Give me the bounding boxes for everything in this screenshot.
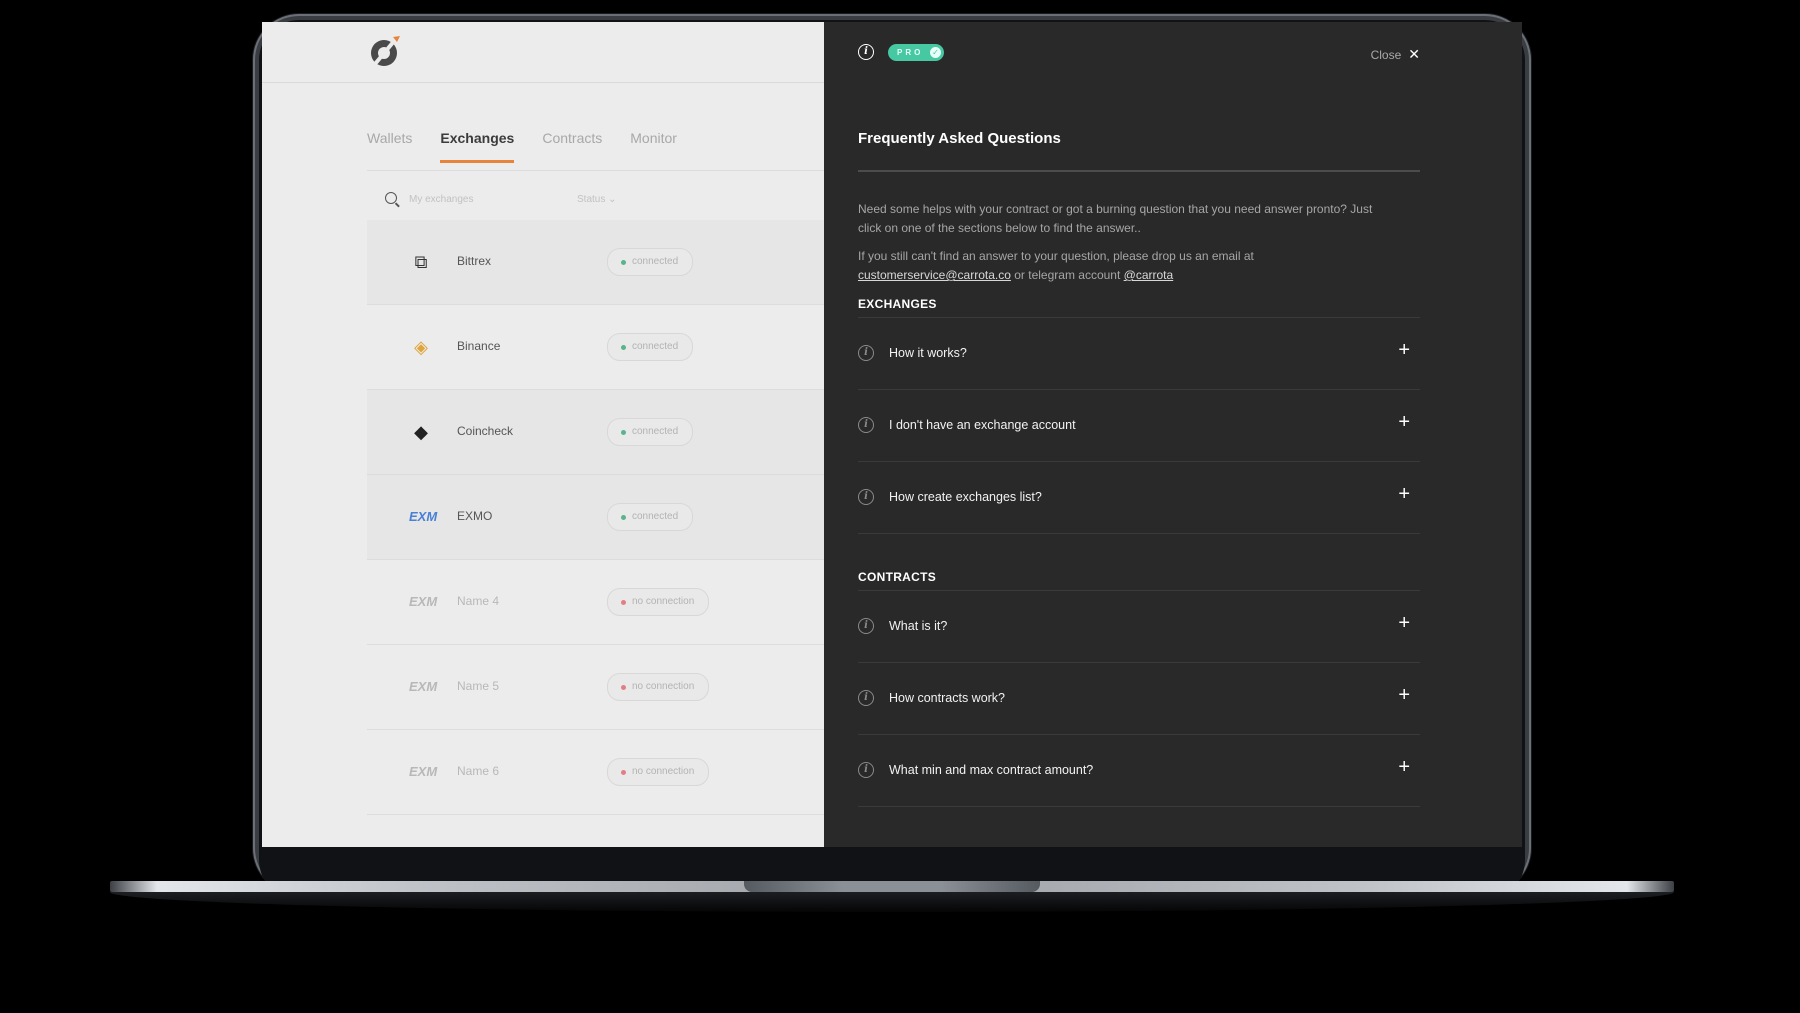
tab-monitor[interactable]: Monitor xyxy=(630,130,677,163)
faq-question: What is it? xyxy=(889,619,948,633)
faq-question: I don't have an exchange account xyxy=(889,418,1076,432)
faq-item[interactable]: i What is it? + xyxy=(858,591,1420,663)
exchanges-app: Wallets Exchanges Contracts Monitor My e… xyxy=(262,22,824,847)
close-icon: ✕ xyxy=(1408,46,1420,62)
exchange-filter-bar: My exchanges Status ⌄ xyxy=(367,190,827,210)
faq-question: How contracts work? xyxy=(889,691,1006,705)
exchange-name: Binance xyxy=(457,339,501,353)
list-item[interactable]: EXM Name 4 no connection xyxy=(367,560,824,645)
tabs-divider xyxy=(367,170,824,171)
info-icon: i xyxy=(858,762,874,778)
exmo-icon: EXM xyxy=(409,509,438,524)
status-badge: connected xyxy=(607,503,694,531)
info-icon: i xyxy=(858,345,874,361)
tab-exchanges[interactable]: Exchanges xyxy=(440,130,515,163)
search-icon[interactable] xyxy=(385,192,397,204)
expand-plus-icon[interactable]: + xyxy=(1398,684,1410,707)
app-topbar xyxy=(262,22,824,83)
close-button[interactable]: Close ✕ xyxy=(1371,46,1420,63)
faq-item[interactable]: i What min and max contract amount? + xyxy=(858,735,1420,807)
expand-plus-icon[interactable]: + xyxy=(1398,612,1410,635)
status-badge: connected xyxy=(607,248,694,276)
carrota-logo-icon[interactable] xyxy=(367,34,403,70)
bittrex-icon: ⧉ xyxy=(414,252,428,272)
list-item[interactable]: ◆ Coincheck connected xyxy=(367,390,824,475)
status-filter-label: Status xyxy=(577,194,606,205)
coincheck-icon: ◆ xyxy=(414,422,428,442)
list-item[interactable]: ⧉ Bittrex connected xyxy=(367,220,824,305)
laptop-base-shadow xyxy=(110,892,1674,912)
intro-text: Need some helps with your contract or go… xyxy=(858,202,1373,235)
exchange-name: Name 4 xyxy=(457,594,500,608)
close-label: Close xyxy=(1370,47,1402,62)
faq-item[interactable]: i How contracts work? + xyxy=(858,663,1420,735)
laptop-hinge xyxy=(744,881,1040,892)
chevron-down-icon: ⌄ xyxy=(608,194,617,205)
status-badge: connected xyxy=(607,418,694,446)
exchange-name: EXMO xyxy=(457,509,493,523)
exchange-name: Bittrex xyxy=(457,254,492,268)
faq-panel: i PRO ✓ Close ✕ Frequently Asked Question… xyxy=(824,22,1522,847)
faq-intro: Need some helps with your contract or go… xyxy=(858,200,1378,294)
pro-badge-label: PRO xyxy=(897,48,924,57)
title-divider xyxy=(858,170,1420,172)
exmo-icon: EXM xyxy=(409,764,438,779)
tab-wallets[interactable]: Wallets xyxy=(367,130,412,163)
tab-contracts[interactable]: Contracts xyxy=(542,130,602,163)
expand-plus-icon[interactable]: + xyxy=(1398,483,1410,506)
exmo-icon: EXM xyxy=(409,679,438,694)
section-title-contracts: CONTRACTS xyxy=(858,570,937,584)
exchange-name: Coincheck xyxy=(457,424,514,438)
info-icon: i xyxy=(858,489,874,505)
status-badge: no connection xyxy=(607,588,710,616)
exchange-list: ⧉ Bittrex connected ◈ Binance connected … xyxy=(367,220,824,815)
screen: Wallets Exchanges Contracts Monitor My e… xyxy=(262,22,1522,847)
expand-plus-icon[interactable]: + xyxy=(1398,339,1410,362)
email-link[interactable]: customerservice@carrota.co xyxy=(858,268,1011,282)
status-filter-dropdown[interactable]: Status ⌄ xyxy=(577,194,617,205)
faq-item[interactable]: i How create exchanges list? + xyxy=(858,462,1420,534)
status-badge: no connection xyxy=(607,673,710,701)
pro-badge: PRO ✓ xyxy=(888,44,944,61)
expand-plus-icon[interactable]: + xyxy=(1398,411,1410,434)
telegram-link[interactable]: @carrota xyxy=(1124,268,1174,282)
faq-question: How it works? xyxy=(889,346,967,360)
check-icon: ✓ xyxy=(930,47,941,58)
search-input[interactable]: My exchanges xyxy=(409,194,473,205)
contact-text: If you still can't find an answer to you… xyxy=(858,247,1378,285)
list-item[interactable]: ◈ Binance connected xyxy=(367,305,824,390)
list-item[interactable]: EXM Name 6 no connection xyxy=(367,730,824,815)
info-icon: i xyxy=(858,618,874,634)
status-badge: connected xyxy=(607,333,694,361)
faq-question: How create exchanges list? xyxy=(889,490,1042,504)
info-icon: i xyxy=(858,690,874,706)
page-title: Frequently Asked Questions xyxy=(858,130,1061,147)
expand-plus-icon[interactable]: + xyxy=(1398,756,1410,779)
binance-icon: ◈ xyxy=(414,337,428,357)
contact-text-start: If you still can't find an answer to you… xyxy=(858,249,1254,263)
contact-text-middle: or telegram account xyxy=(1014,268,1121,282)
faq-question: What min and max contract amount? xyxy=(889,763,1094,777)
faq-item[interactable]: i How it works? + xyxy=(858,318,1420,390)
exchange-name: Name 5 xyxy=(457,679,500,693)
info-icon: i xyxy=(858,417,874,433)
exchange-name: Name 6 xyxy=(457,764,500,778)
list-item[interactable]: EXM Name 5 no connection xyxy=(367,645,824,730)
faq-item[interactable]: i I don't have an exchange account + xyxy=(858,390,1420,462)
list-item[interactable]: EXM EXMO connected xyxy=(367,475,824,560)
section-title-exchanges: EXCHANGES xyxy=(858,297,937,311)
status-badge: no connection xyxy=(607,758,710,786)
main-tabs: Wallets Exchanges Contracts Monitor xyxy=(367,130,677,163)
exmo-icon: EXM xyxy=(409,594,438,609)
info-icon[interactable]: i xyxy=(858,44,874,60)
